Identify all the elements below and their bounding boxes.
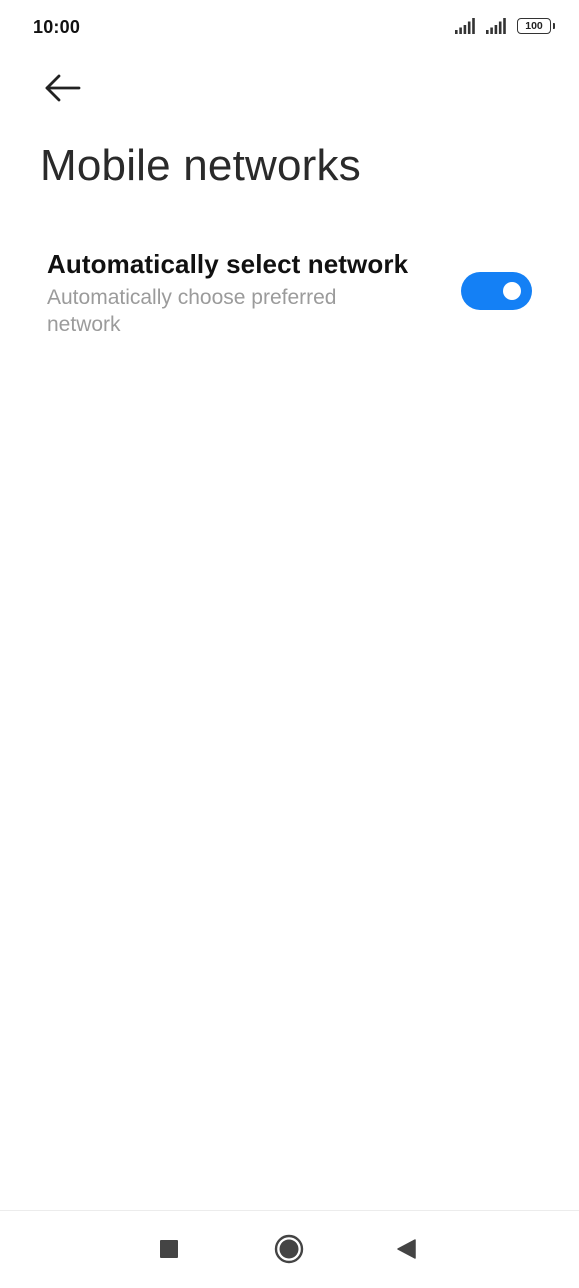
triangle-back-icon bbox=[395, 1238, 417, 1260]
setting-text: Automatically select network Automatical… bbox=[47, 248, 437, 338]
status-bar: 10:00 100 bbox=[0, 0, 579, 56]
setting-summary: Automatically choose preferred network bbox=[47, 286, 337, 336]
signal-strength-icon bbox=[455, 18, 477, 34]
status-icons: 100 bbox=[455, 18, 555, 34]
arrow-left-icon bbox=[36, 74, 81, 102]
signal-strength-icon bbox=[486, 18, 508, 34]
home-button[interactable] bbox=[259, 1211, 319, 1287]
page-title: Mobile networks bbox=[40, 141, 361, 190]
navigation-bar bbox=[0, 1210, 579, 1288]
setting-row-auto-select-network[interactable]: Automatically select network Automatical… bbox=[0, 236, 579, 348]
battery-icon: 100 bbox=[517, 18, 555, 34]
recents-button[interactable] bbox=[139, 1211, 199, 1287]
toggle-knob bbox=[503, 282, 521, 300]
battery-level: 100 bbox=[525, 19, 543, 32]
circle-icon bbox=[274, 1234, 304, 1264]
status-time: 10:00 bbox=[33, 17, 81, 37]
square-icon bbox=[159, 1239, 179, 1259]
setting-title: Automatically select network bbox=[47, 249, 409, 279]
back-button[interactable] bbox=[36, 64, 92, 112]
nav-back-button[interactable] bbox=[376, 1211, 436, 1287]
auto-select-network-toggle[interactable] bbox=[461, 272, 532, 310]
